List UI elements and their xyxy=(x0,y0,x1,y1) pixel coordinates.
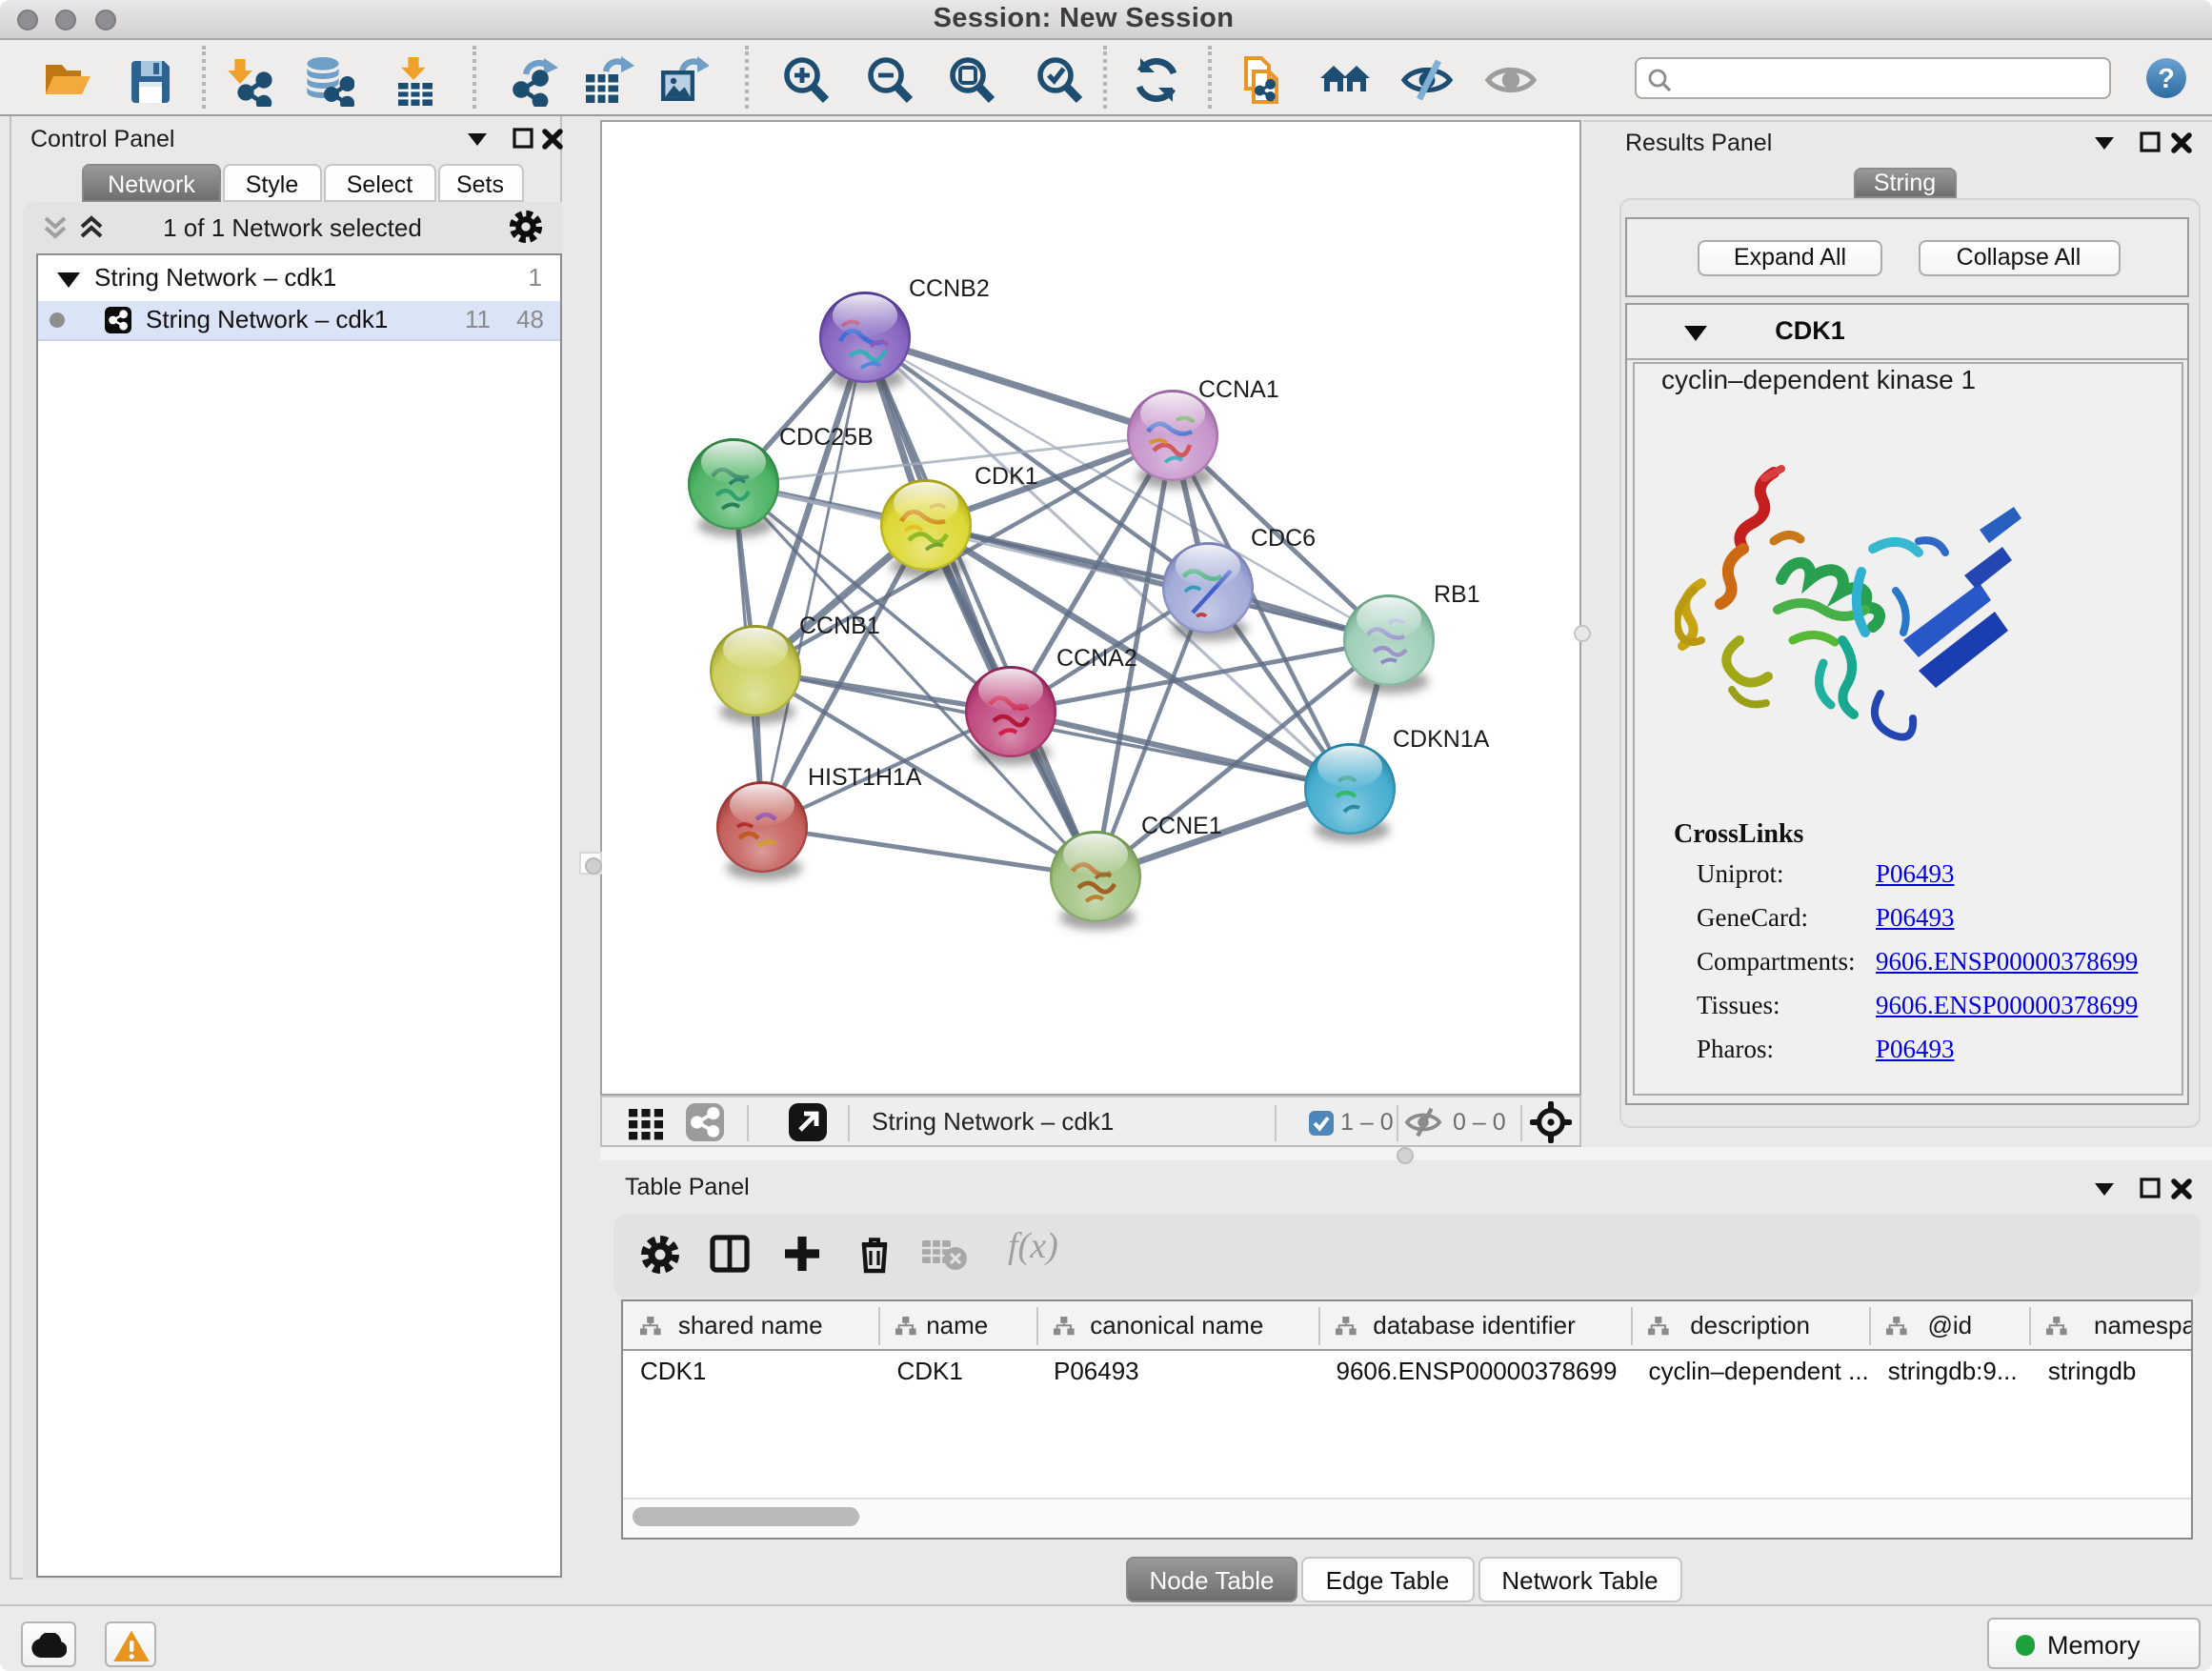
svg-text:CCNB1: CCNB1 xyxy=(798,612,879,638)
svg-text:CCNE1: CCNE1 xyxy=(1140,812,1221,838)
svg-text:RB1: RB1 xyxy=(1433,580,1479,607)
svg-text:CDKN1A: CDKN1A xyxy=(1392,725,1489,752)
svg-text:CDC6: CDC6 xyxy=(1250,524,1315,551)
svg-text:?: ? xyxy=(2158,64,2175,94)
svg-text:CCNA2: CCNA2 xyxy=(1056,644,1136,671)
svg-text:CCNA1: CCNA1 xyxy=(1197,375,1278,402)
svg-text:CDC25B: CDC25B xyxy=(778,423,873,450)
svg-text:CCNB2: CCNB2 xyxy=(908,274,989,301)
svg-text:CDK1: CDK1 xyxy=(974,462,1037,489)
svg-text:HIST1H1A: HIST1H1A xyxy=(807,763,921,790)
